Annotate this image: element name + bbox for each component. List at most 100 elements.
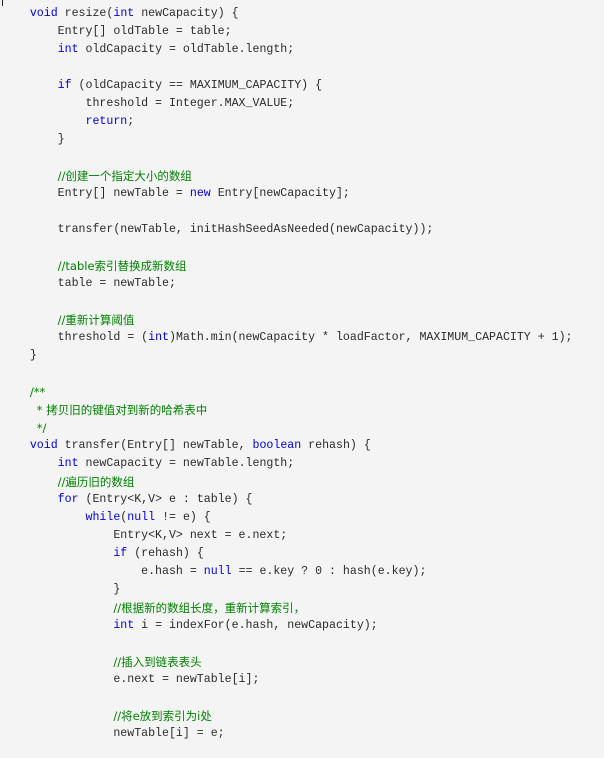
code-line: } xyxy=(2,347,573,365)
code-text: == e.key ? 0 : hash(e.key); xyxy=(231,565,427,578)
code-line: int i = indexFor(e.hash, newCapacity); xyxy=(2,617,573,635)
code-line: Entry[] oldTable = table; xyxy=(2,23,573,41)
code-text: threshold = Integer.MAX_VALUE; xyxy=(2,97,295,110)
code-line: for (Entry<K,V> e : table) { xyxy=(2,491,573,509)
code-comment: */ xyxy=(36,421,47,435)
code-line: void transfer(Entry[] newTable, boolean … xyxy=(2,437,573,455)
code-text: transfer(Entry[] newTable, xyxy=(57,439,253,452)
code-text: e.next = newTable[i]; xyxy=(2,673,260,686)
code-text: ; xyxy=(127,115,135,128)
code-text: i = indexFor(e.hash, newCapacity); xyxy=(134,619,378,632)
code-line: threshold = Integer.MAX_VALUE; xyxy=(2,95,573,113)
code-text: Entry[] oldTable = table; xyxy=(2,25,232,38)
code-keyword: int xyxy=(113,619,135,632)
code-text: (oldCapacity == MAXIMUM_CAPACITY) { xyxy=(71,79,323,92)
code-text: } xyxy=(2,583,121,596)
code-text: (Entry<K,V> e : table) { xyxy=(78,493,253,506)
code-line: table = newTable; xyxy=(2,275,573,293)
code-line: //重新计算阈值 xyxy=(2,311,573,329)
code-comment: * 拷贝旧的键值对到新的哈希表中 xyxy=(36,403,208,417)
code-line: int oldCapacity = oldTable.length; xyxy=(2,41,573,59)
code-text: Entry<K,V> next = e.next; xyxy=(2,529,288,542)
code-keyword: if xyxy=(57,79,72,92)
code-line: * 拷贝旧的键值对到新的哈希表中 xyxy=(2,401,573,419)
code-keyword: if xyxy=(113,547,128,560)
code-text: e.hash = xyxy=(2,565,204,578)
code-keyword: void xyxy=(29,439,58,452)
code-text: newTable[i] = e; xyxy=(2,727,225,740)
code-keyword: int xyxy=(113,7,135,20)
code-keyword: while xyxy=(85,511,121,524)
code-text: newCapacity) { xyxy=(134,7,239,20)
code-text: != e) { xyxy=(155,511,211,524)
code-line: } xyxy=(2,581,573,599)
code-text: resize( xyxy=(57,7,114,20)
code-text: } xyxy=(2,349,37,362)
code-line: //table索引替换成新数组 xyxy=(2,257,573,275)
code-line: //创建一个指定大小的数组 xyxy=(2,167,573,185)
code-line: //插入到链表表头 xyxy=(2,653,573,671)
code-line: //根据新的数组长度，重新计算索引， xyxy=(2,599,573,617)
code-text: } xyxy=(2,133,65,146)
code-keyword: null xyxy=(127,511,156,524)
code-keyword: null xyxy=(203,565,232,578)
code-text: threshold = ( xyxy=(2,331,149,344)
code-line: return; xyxy=(2,113,573,131)
code-line: e.hash = null == e.key ? 0 : hash(e.key)… xyxy=(2,563,573,581)
code-text: Entry[] newTable = xyxy=(2,187,190,200)
code-comment: /** xyxy=(29,385,46,399)
code-keyword: boolean xyxy=(252,439,302,452)
code-keyword: new xyxy=(189,187,211,200)
code-comment: //根据新的数组长度，重新计算索引， xyxy=(113,601,306,615)
code-text: table = newTable; xyxy=(2,277,176,290)
code-line: if (oldCapacity == MAXIMUM_CAPACITY) { xyxy=(2,77,573,95)
code-comment: //创建一个指定大小的数组 xyxy=(57,169,192,183)
code-line: int newCapacity = newTable.length; xyxy=(2,455,573,473)
code-line: e.next = newTable[i]; xyxy=(2,671,573,689)
code-line: */ xyxy=(2,419,573,437)
code-line: /** xyxy=(2,383,573,401)
code-comment: //插入到链表表头 xyxy=(113,655,202,669)
code-line: transfer(newTable, initHashSeedAsNeeded(… xyxy=(2,221,573,239)
code-comment: //遍历旧的数组 xyxy=(57,475,135,489)
code-line: while(null != e) { xyxy=(2,509,573,527)
code-text: )Math.min(newCapacity * loadFactor, MAXI… xyxy=(168,331,573,344)
code-line: void resize(int newCapacity) { xyxy=(2,5,573,23)
code-text: Entry[newCapacity]; xyxy=(210,187,350,200)
code-line: newTable[i] = e; xyxy=(2,725,573,743)
code-keyword: int xyxy=(57,43,79,56)
code-text: transfer(newTable, initHashSeedAsNeeded(… xyxy=(2,223,434,236)
code-text: (rehash) { xyxy=(127,547,204,560)
code-comment: //将e放到索引为i处 xyxy=(113,709,212,723)
code-text: oldCapacity = oldTable.length; xyxy=(78,43,295,56)
code-keyword: int xyxy=(57,457,79,470)
code-line: //遍历旧的数组 xyxy=(2,473,573,491)
code-keyword: void xyxy=(29,7,58,20)
code-line: threshold = (int)Math.min(newCapacity * … xyxy=(2,329,573,347)
code-keyword: int xyxy=(148,331,169,344)
